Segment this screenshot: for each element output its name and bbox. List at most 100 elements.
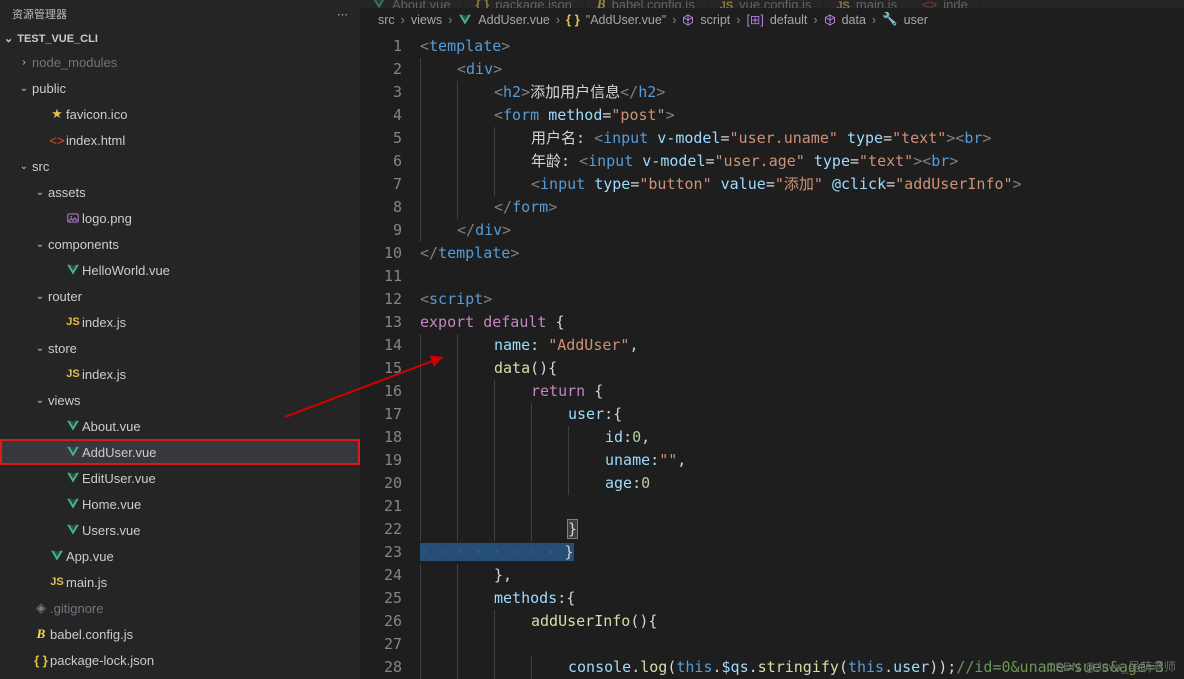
editor-tab[interactable]: About.vue	[360, 0, 464, 8]
line-number: 25	[360, 587, 402, 610]
line-number: 13	[360, 311, 402, 334]
tree-item-label: EditUser.vue	[82, 471, 156, 486]
breadcrumb-item[interactable]: default	[770, 13, 808, 27]
html-icon: <>	[922, 0, 937, 8]
tree-file[interactable]: Users.vue	[0, 517, 360, 543]
code-line[interactable]: return {	[420, 380, 1184, 403]
tree-file[interactable]: EditUser.vue	[0, 465, 360, 491]
tree-file[interactable]: JSindex.js	[0, 309, 360, 335]
editor-tab[interactable]: JSmain.js	[824, 0, 910, 8]
tree-folder[interactable]: ⌄assets	[0, 179, 360, 205]
code-line[interactable]: <script>	[420, 288, 1184, 311]
tree-item-label: store	[48, 341, 77, 356]
code-line[interactable]	[420, 265, 1184, 288]
code-line[interactable]	[420, 633, 1184, 656]
breadcrumb-separator: ›	[401, 13, 405, 27]
tree-file[interactable]: AddUser.vue	[0, 439, 360, 465]
vue-icon	[64, 419, 82, 433]
tree-folder[interactable]: ⌄public	[0, 75, 360, 101]
tree-folder[interactable]: ⌄components	[0, 231, 360, 257]
tree-file[interactable]: HelloWorld.vue	[0, 257, 360, 283]
tree-folder[interactable]: ⌄views	[0, 387, 360, 413]
code-line[interactable]: 年龄: <input v-model="user.age" type="text…	[420, 150, 1184, 173]
git-icon: ◈	[32, 600, 50, 616]
code-body[interactable]: <template><div><h2>添加用户信息</h2><form meth…	[420, 31, 1184, 679]
tree-file[interactable]: { }package-lock.json	[0, 647, 360, 673]
code-line[interactable]: <input type="button" value="添加" @click="…	[420, 173, 1184, 196]
code-line[interactable]: }	[420, 518, 1184, 541]
line-number: 18	[360, 426, 402, 449]
cube-icon	[824, 14, 836, 26]
line-number: 15	[360, 357, 402, 380]
code-line[interactable]: data(){	[420, 357, 1184, 380]
line-number: 20	[360, 472, 402, 495]
tree-file[interactable]: Home.vue	[0, 491, 360, 517]
editor-tab[interactable]: <>inde	[910, 0, 981, 8]
code-line[interactable]: · · · · · · · · }	[420, 541, 1184, 564]
breadcrumb-item[interactable]: script	[700, 13, 730, 27]
line-number: 28	[360, 656, 402, 679]
code-line[interactable]: age:0	[420, 472, 1184, 495]
line-number: 8	[360, 196, 402, 219]
breadcrumb-item[interactable]: AddUser.vue	[478, 13, 550, 27]
tree-item-label: babel.config.js	[50, 627, 133, 642]
code-line[interactable]: },	[420, 564, 1184, 587]
editor-tab[interactable]: { }package.json	[464, 0, 585, 8]
breadcrumb-separator: ›	[448, 13, 452, 27]
img-icon	[64, 211, 82, 225]
code-line[interactable]	[420, 495, 1184, 518]
tree-file[interactable]: <>index.html	[0, 127, 360, 153]
code-line[interactable]: </template>	[420, 242, 1184, 265]
tree-file[interactable]: ★favicon.ico	[0, 101, 360, 127]
code-line[interactable]: </div>	[420, 219, 1184, 242]
js-icon: JS	[720, 0, 733, 8]
code-line[interactable]: <form method="post">	[420, 104, 1184, 127]
editor-tab[interactable]: JSvue.config.js	[708, 0, 825, 8]
code-line[interactable]: id:0,	[420, 426, 1184, 449]
chevron-icon: ⌄	[16, 161, 32, 172]
breadcrumb-item[interactable]: src	[378, 13, 395, 27]
tree-folder[interactable]: ›node_modules	[0, 49, 360, 75]
line-number: 3	[360, 81, 402, 104]
tree-file[interactable]: App.vue	[0, 543, 360, 569]
code-editor[interactable]: 1234567891011121314151617181920212223242…	[360, 31, 1184, 679]
tree-file[interactable]: Bbabel.config.js	[0, 621, 360, 647]
code-line[interactable]: <template>	[420, 35, 1184, 58]
tree-folder[interactable]: ⌄router	[0, 283, 360, 309]
js-icon: JS	[64, 316, 82, 328]
code-line[interactable]: <h2>添加用户信息</h2>	[420, 81, 1184, 104]
star-icon: ★	[48, 106, 66, 122]
code-line[interactable]: </form>	[420, 196, 1184, 219]
line-number: 14	[360, 334, 402, 357]
code-line[interactable]: user:{	[420, 403, 1184, 426]
editor-tab[interactable]: Bbabel.config.js	[585, 0, 708, 8]
code-line[interactable]: 用户名: <input v-model="user.uname" type="t…	[420, 127, 1184, 150]
tree-file[interactable]: JSmain.js	[0, 569, 360, 595]
line-number: 17	[360, 403, 402, 426]
tab-label: About.vue	[392, 0, 451, 8]
cube-icon	[682, 14, 694, 26]
code-line[interactable]: name: "AddUser",	[420, 334, 1184, 357]
breadcrumb-item[interactable]: views	[411, 13, 442, 27]
tree-folder[interactable]: ⌄store	[0, 335, 360, 361]
tree-item-label: src	[32, 159, 49, 174]
tree-file[interactable]: JSindex.js	[0, 361, 360, 387]
more-icon[interactable]: ⋯	[337, 8, 348, 21]
json-icon: { }	[32, 653, 50, 668]
tree-file[interactable]: About.vue	[0, 413, 360, 439]
tree-folder[interactable]: ⌄src	[0, 153, 360, 179]
tree-file[interactable]: ◈.gitignore	[0, 595, 360, 621]
line-number: 10	[360, 242, 402, 265]
project-header[interactable]: ⌄ TEST_VUE_CLI	[0, 28, 360, 49]
breadcrumb-item[interactable]: "AddUser.vue"	[586, 13, 666, 27]
chevron-icon: ⌄	[32, 239, 48, 250]
code-line[interactable]: export default {	[420, 311, 1184, 334]
breadcrumb-item[interactable]: data	[842, 13, 866, 27]
code-line[interactable]: <div>	[420, 58, 1184, 81]
code-line[interactable]: uname:"",	[420, 449, 1184, 472]
breadcrumb-item[interactable]: user	[904, 13, 928, 27]
tree-item-label: Home.vue	[82, 497, 141, 512]
code-line[interactable]: methods:{	[420, 587, 1184, 610]
tree-file[interactable]: logo.png	[0, 205, 360, 231]
code-line[interactable]: addUserInfo(){	[420, 610, 1184, 633]
